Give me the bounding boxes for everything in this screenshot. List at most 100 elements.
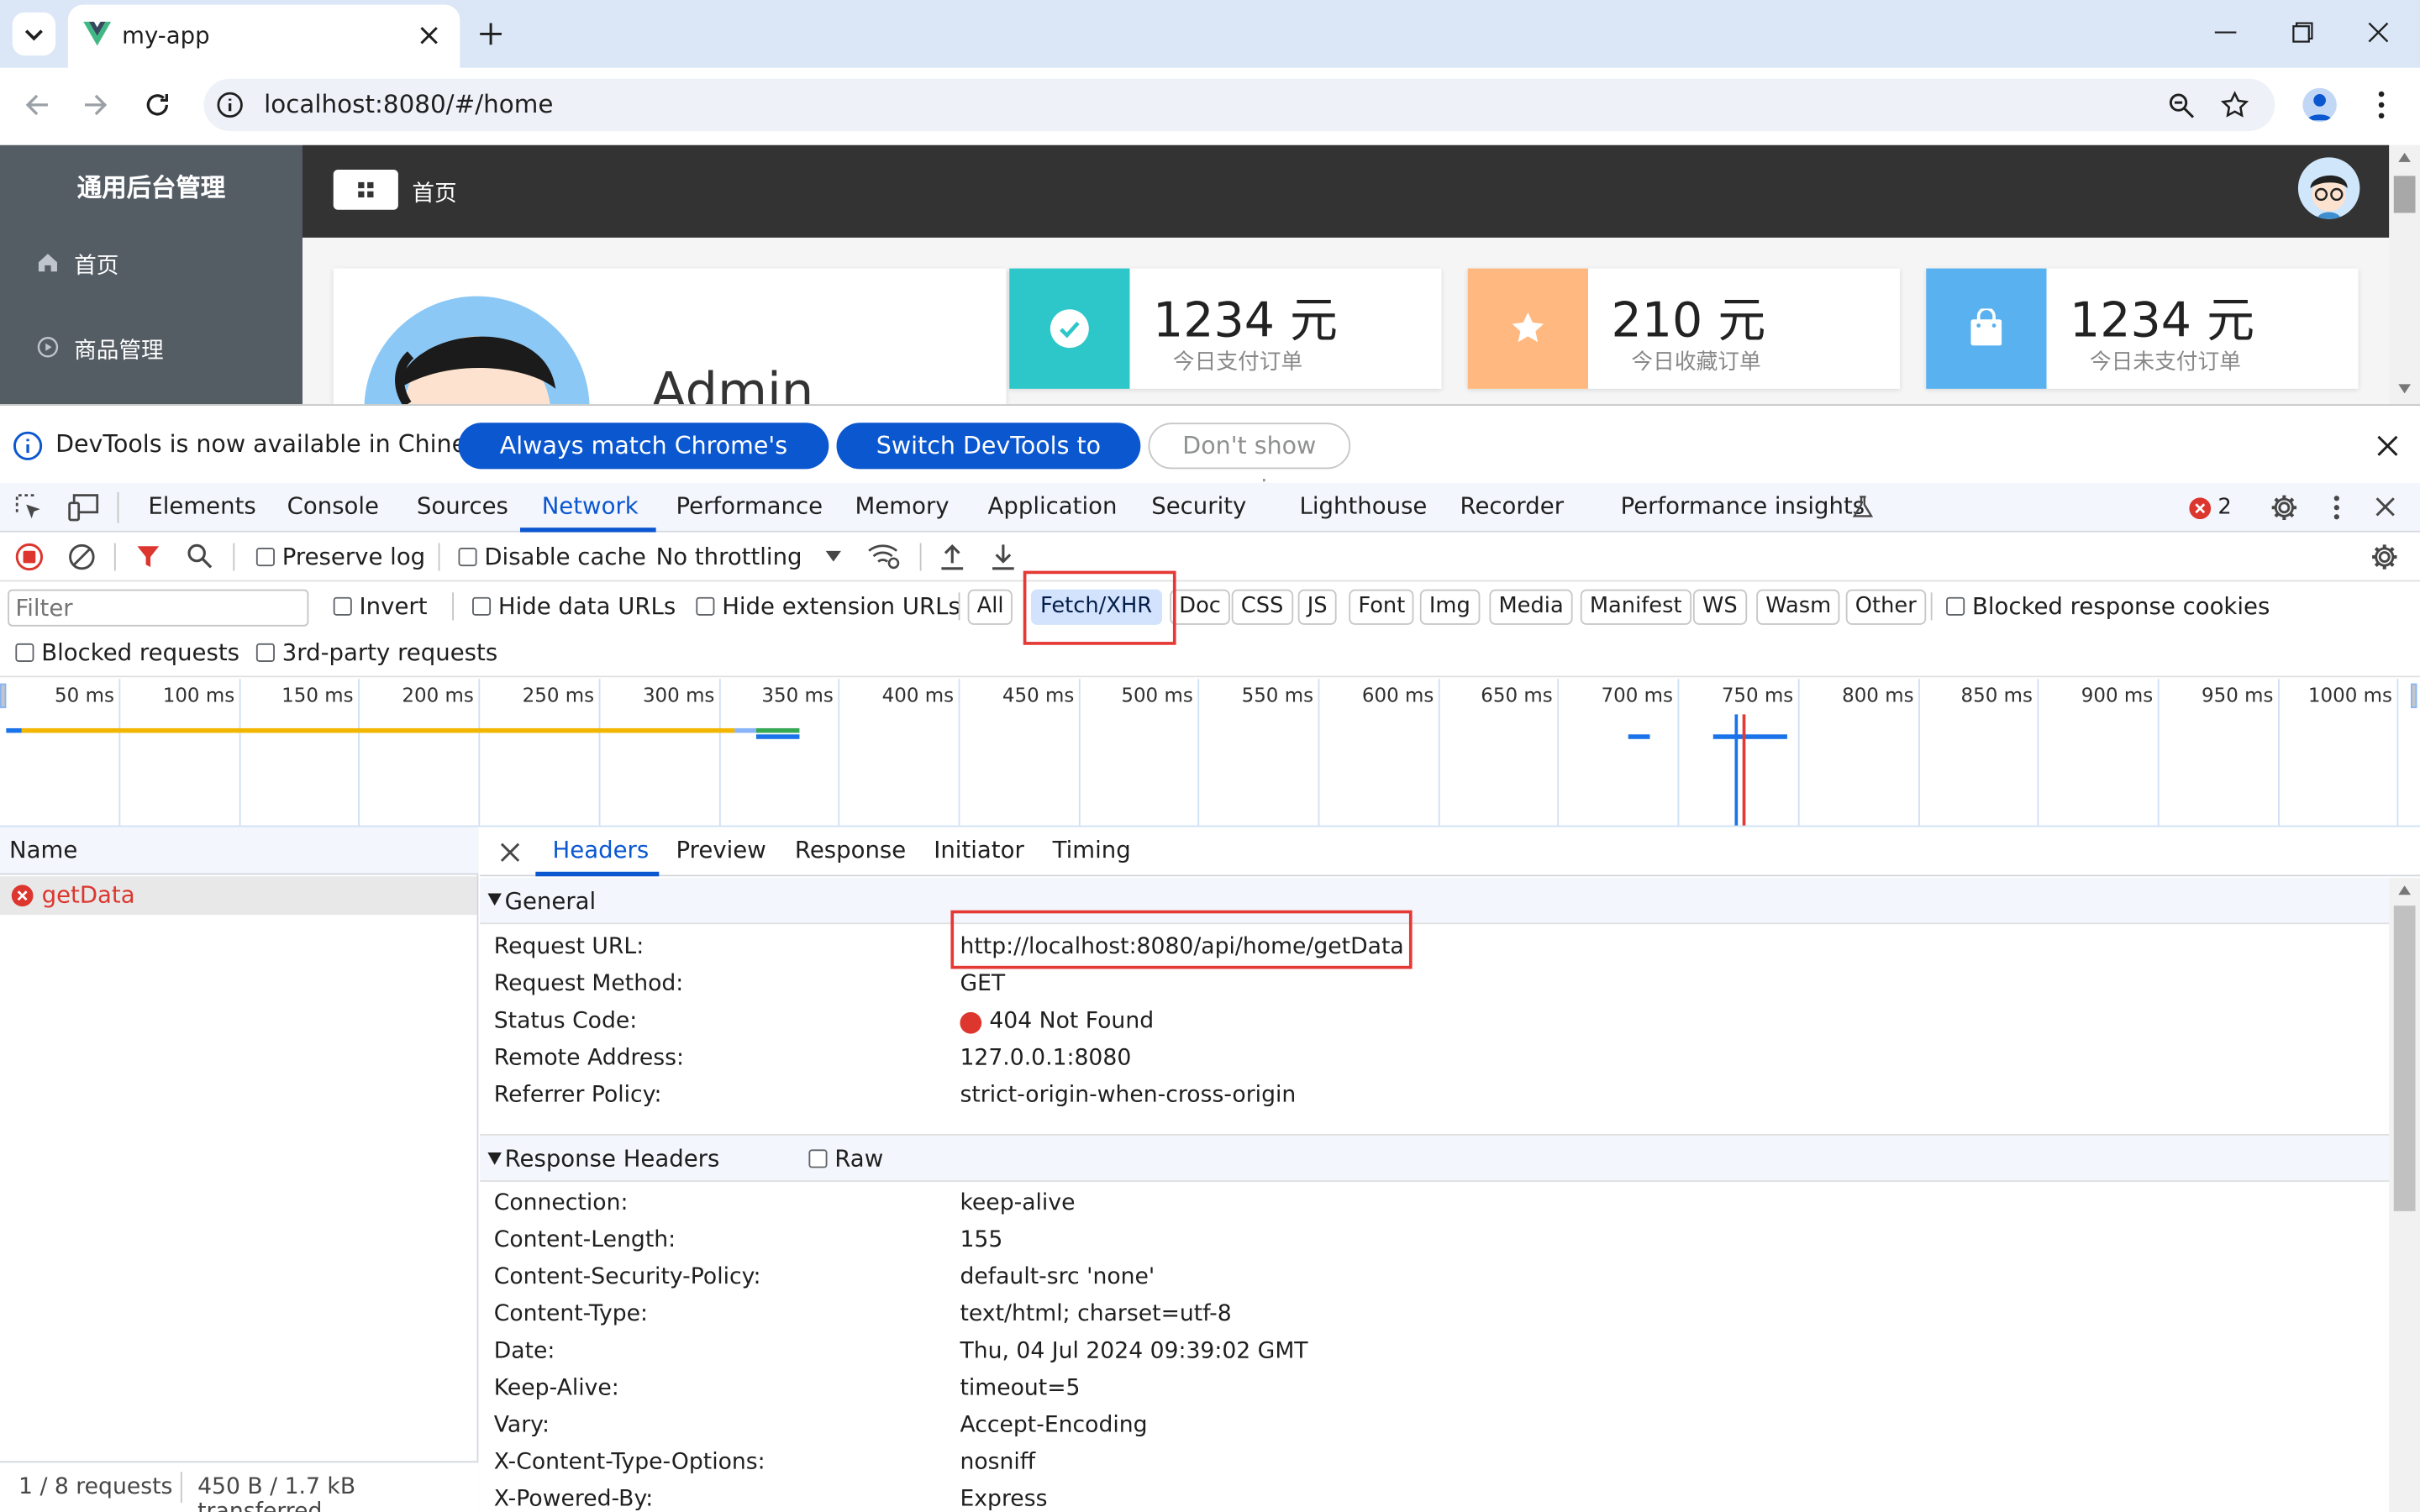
detail-tab-initiator[interactable]: Initiator: [934, 837, 1024, 864]
blocked-cookies-checkbox[interactable]: Blocked response cookies: [1946, 592, 2270, 620]
general-section-header[interactable]: General: [480, 878, 2390, 925]
forward-icon[interactable]: [83, 92, 108, 117]
browser-menu-icon[interactable]: [2378, 91, 2385, 119]
throttling-select[interactable]: No throttling: [656, 542, 848, 573]
always-match-button[interactable]: Always match Chrome's language: [458, 423, 829, 506]
user-avatar[interactable]: [2297, 157, 2360, 219]
detail-tab-timing[interactable]: Timing: [1053, 837, 1131, 864]
reload-icon[interactable]: [144, 91, 171, 118]
response-header-value[interactable]: Thu, 04 Jul 2024 09:39:02 GMT: [960, 1339, 1307, 1363]
sidebar-item-home[interactable]: 首页: [0, 238, 302, 290]
address-bar[interactable]: localhost:8080/#/home: [203, 78, 2275, 132]
response-header-value[interactable]: Accept-Encoding: [960, 1413, 1147, 1437]
sidebar-item-goods[interactable]: 商品管理: [0, 323, 302, 375]
type-filter-font[interactable]: Font: [1349, 589, 1415, 625]
hide-extension-urls-checkbox[interactable]: Hide extension URLs: [696, 592, 960, 620]
device-toolbar-icon[interactable]: [68, 494, 99, 522]
scroll-thumb[interactable]: [2393, 176, 2416, 213]
new-tab-icon[interactable]: [478, 22, 502, 46]
response-header-value[interactable]: default-src 'none': [960, 1265, 1155, 1289]
filter-input[interactable]: [8, 589, 309, 627]
detail-tab-headers[interactable]: Headers: [553, 837, 650, 864]
status-code-value[interactable]: 404 Not Found: [989, 1009, 1154, 1033]
type-filter-img[interactable]: Img: [1419, 589, 1480, 625]
type-filter-media[interactable]: Media: [1489, 589, 1573, 625]
close-devtools-icon[interactable]: [2375, 496, 2396, 517]
scroll-thumb[interactable]: [2393, 906, 2416, 1211]
browser-tab[interactable]: my-app: [67, 4, 460, 68]
detail-tab-preview[interactable]: Preview: [676, 837, 765, 864]
network-conditions-icon[interactable]: [867, 542, 901, 571]
hide-data-urls-checkbox[interactable]: Hide data URLs: [472, 592, 676, 620]
general-value[interactable]: 127.0.0.1:8080: [960, 1046, 1131, 1070]
tab-network[interactable]: Network: [542, 492, 639, 520]
zoom-icon[interactable]: [2169, 92, 2195, 118]
response-header-value[interactable]: 155: [960, 1228, 1002, 1252]
type-filter-other[interactable]: Other: [1845, 589, 1926, 625]
site-info-icon[interactable]: [216, 91, 244, 118]
record-stop-icon[interactable]: [15, 543, 44, 571]
response-header-value[interactable]: text/html; charset=utf-8: [960, 1302, 1231, 1326]
invert-checkbox[interactable]: Invert: [333, 592, 428, 620]
blocked-requests-checkbox[interactable]: Blocked requests: [15, 638, 239, 666]
back-icon[interactable]: [24, 92, 49, 117]
third-party-checkbox[interactable]: 3rd-party requests: [255, 638, 497, 666]
page-scrollbar[interactable]: [2389, 144, 2420, 405]
timeline-handle-left[interactable]: [0, 683, 7, 709]
export-har-icon[interactable]: [991, 543, 1015, 571]
error-badge[interactable]: 2: [2188, 496, 2238, 522]
profile-avatar[interactable]: [2302, 87, 2337, 123]
more-options-icon[interactable]: [2333, 496, 2339, 520]
type-filter-wasm[interactable]: Wasm: [1756, 589, 1841, 625]
scroll-down-icon[interactable]: [2396, 383, 2412, 396]
inspect-element-icon[interactable]: [15, 494, 43, 522]
tab-memory[interactable]: Memory: [855, 492, 950, 520]
close-window-icon[interactable]: [2368, 22, 2390, 44]
filter-funnel-icon[interactable]: [136, 544, 160, 569]
request-row[interactable]: getData: [0, 876, 477, 916]
network-settings-icon[interactable]: [2370, 543, 2398, 571]
settings-gear-icon[interactable]: [2270, 494, 2298, 522]
tab-sources[interactable]: Sources: [417, 492, 508, 520]
close-detail-icon[interactable]: [500, 843, 520, 863]
type-filter-doc[interactable]: Doc: [1170, 589, 1230, 625]
tab-lighthouse[interactable]: Lighthouse: [1300, 492, 1428, 520]
response-header-value[interactable]: nosniff: [960, 1451, 1035, 1475]
preserve-log-checkbox[interactable]: Preserve log: [255, 543, 425, 571]
raw-checkbox[interactable]: Raw: [808, 1145, 883, 1173]
close-tab-icon[interactable]: [420, 26, 439, 45]
disable-cache-checkbox[interactable]: Disable cache: [458, 543, 646, 571]
restore-icon[interactable]: [2292, 22, 2314, 44]
scroll-up-icon[interactable]: [2396, 884, 2412, 896]
type-filter-all[interactable]: All: [967, 589, 1013, 625]
tab-recorder[interactable]: Recorder: [1460, 492, 1564, 520]
search-icon[interactable]: [187, 543, 213, 570]
tab-application[interactable]: Application: [988, 492, 1118, 520]
response-header-value[interactable]: keep-alive: [960, 1191, 1075, 1215]
response-header-value[interactable]: Express: [960, 1488, 1047, 1512]
type-filter-js[interactable]: JS: [1297, 589, 1337, 625]
tab-console[interactable]: Console: [287, 492, 379, 520]
tab-search-button[interactable]: [12, 12, 56, 56]
scroll-up-icon[interactable]: [2396, 151, 2412, 164]
menu-toggle-button[interactable]: [333, 170, 398, 210]
tab-performance-insights[interactable]: Performance insights: [1621, 492, 1865, 520]
tab-security[interactable]: Security: [1151, 492, 1246, 520]
tab-performance[interactable]: Performance: [676, 492, 823, 520]
type-filter-css[interactable]: CSS: [1231, 589, 1293, 625]
timeline-handle-right[interactable]: [2410, 683, 2417, 709]
response-header-value[interactable]: timeout=5: [960, 1376, 1080, 1400]
general-value[interactable]: GET: [960, 972, 1005, 996]
close-notice-icon[interactable]: [2377, 435, 2399, 457]
minimize-icon[interactable]: [2214, 31, 2237, 34]
type-filter-manifest[interactable]: Manifest: [1580, 589, 1691, 625]
type-filter-ws[interactable]: WS: [1692, 589, 1747, 625]
name-column-header[interactable]: Name: [0, 827, 479, 875]
timeline-overview[interactable]: [0, 677, 2420, 827]
clear-icon[interactable]: [68, 543, 96, 571]
import-har-icon[interactable]: [940, 543, 965, 571]
bookmark-star-icon[interactable]: [2221, 91, 2249, 118]
detail-scrollbar[interactable]: [2389, 878, 2420, 1512]
dont-show-again-button[interactable]: Don't show again: [1148, 423, 1351, 503]
detail-tab-response[interactable]: Response: [795, 837, 906, 864]
